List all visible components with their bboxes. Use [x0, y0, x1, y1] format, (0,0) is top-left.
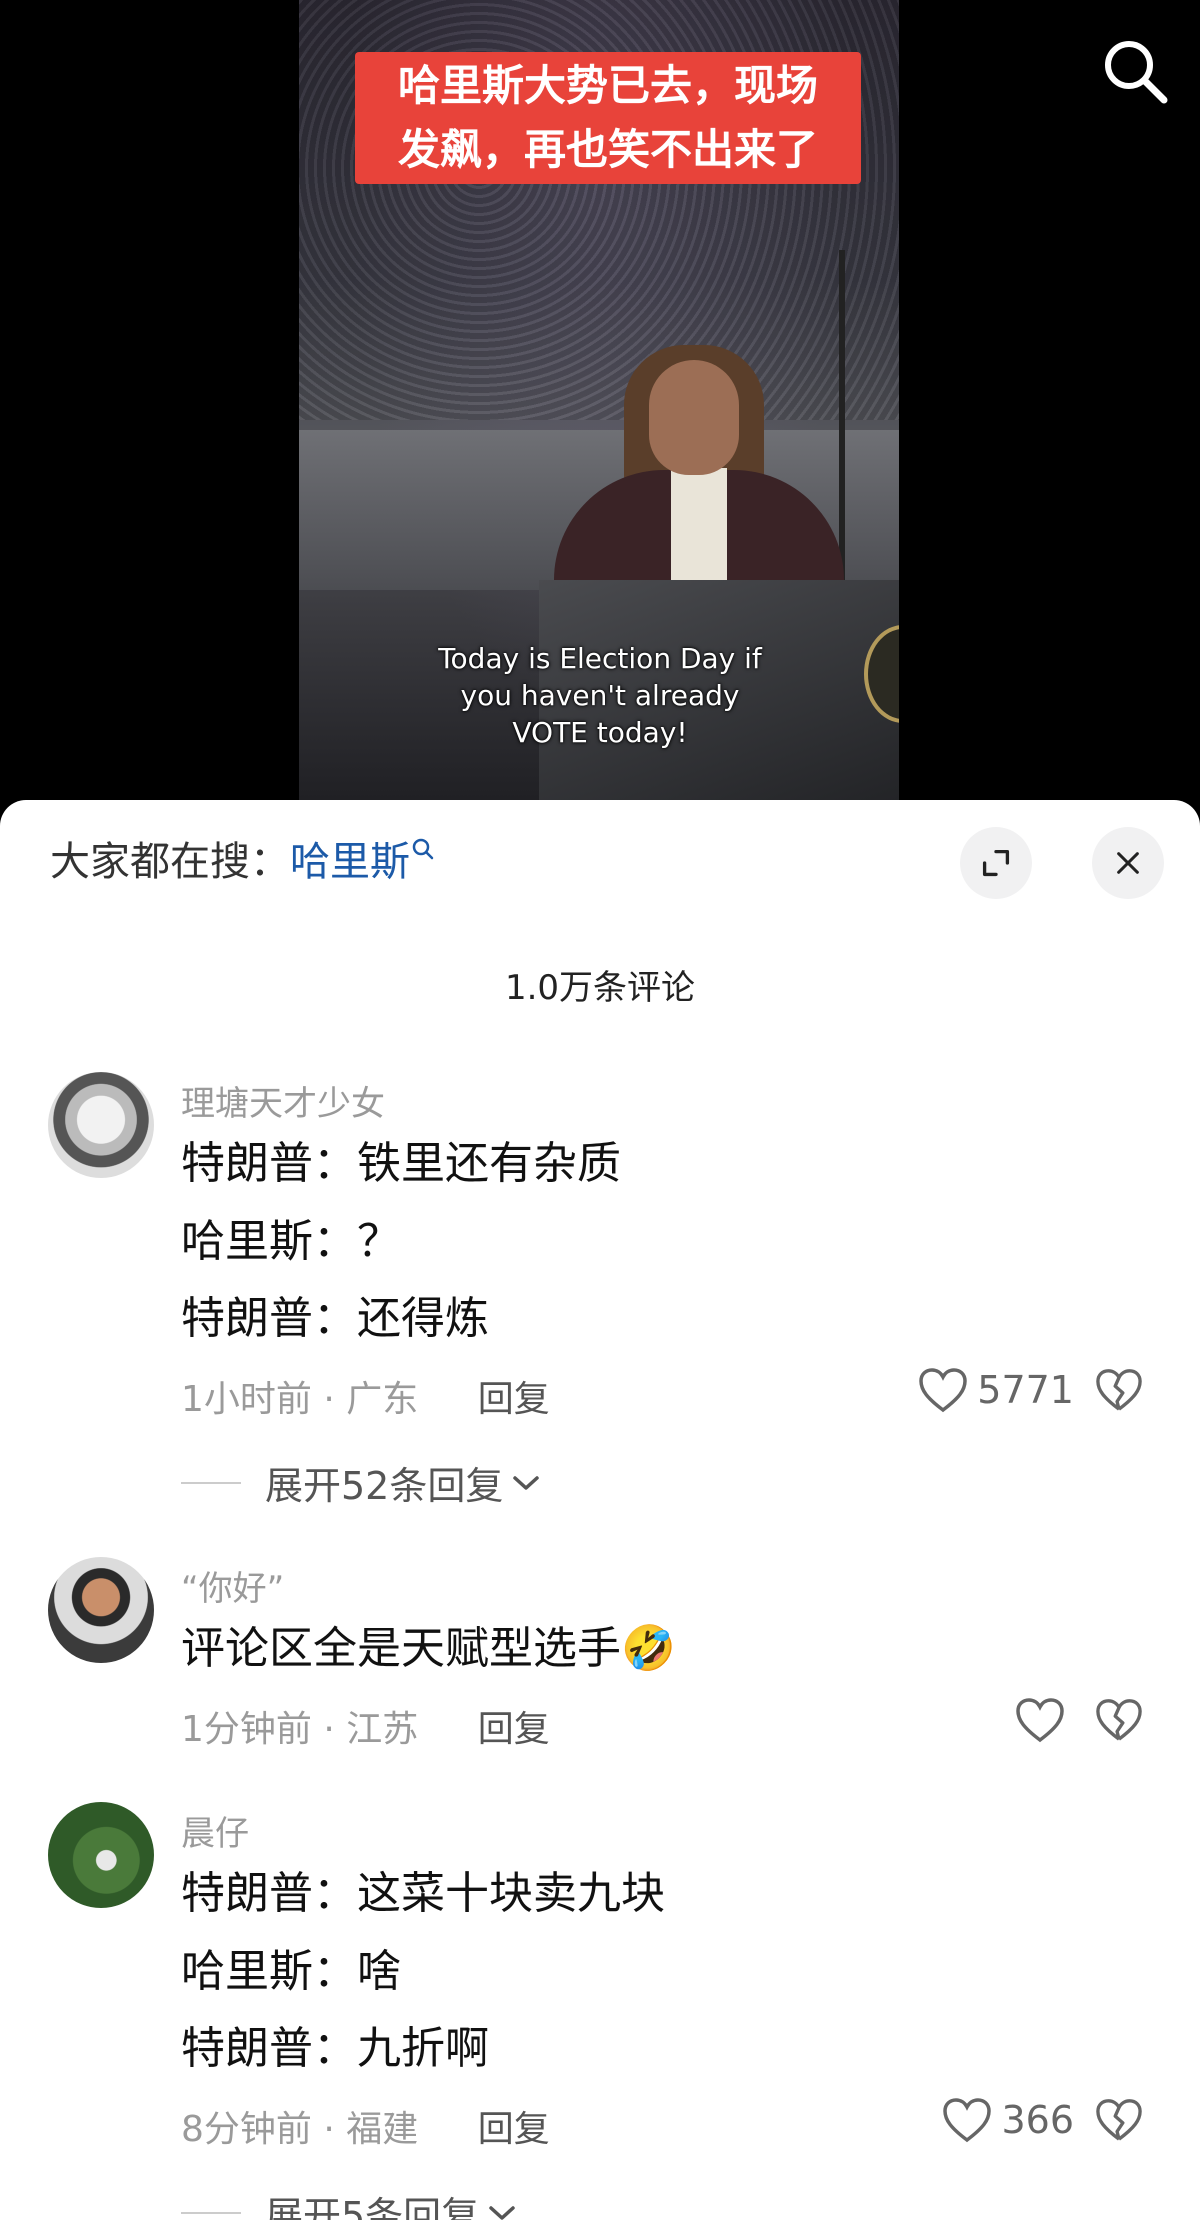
chevron-down-icon — [489, 2205, 515, 2220]
hot-search-term[interactable]: 哈里斯 — [290, 839, 410, 885]
comment-time: 1分钟前 — [181, 1709, 312, 1750]
expand-icon — [982, 849, 1010, 877]
small-search-icon — [412, 838, 434, 860]
comment-author[interactable]: 理塘天才少女 — [181, 1076, 385, 1125]
broken-heart-icon[interactable] — [1094, 1367, 1144, 1413]
speaker-face — [649, 360, 739, 475]
reply-button[interactable]: 回复 — [478, 1709, 550, 1750]
close-icon — [1117, 852, 1139, 874]
comment-location: 福建 — [346, 2109, 419, 2150]
headline-line-1: 哈里斯大势已去，现场 — [397, 61, 818, 110]
comment-author[interactable]: 晨仔 — [181, 1806, 249, 1855]
heart-icon — [1016, 1698, 1064, 1743]
hot-search-label: 大家都在搜： — [50, 839, 290, 885]
comment-line: 评论区全是天赋型选手🤣 — [181, 1623, 676, 1674]
meta-separator: · — [323, 1709, 335, 1750]
video-player[interactable]: 哈里斯大势已去，现场 发飙，再也笑不出来了 Today is Election … — [0, 0, 1200, 830]
comment-time: 1小时前 — [181, 1379, 312, 1420]
expand-replies[interactable]: 展开5条回复 — [181, 2185, 517, 2220]
video-headline: 哈里斯大势已去，现场 发飙，再也笑不出来了 — [355, 52, 861, 184]
comment-location: 江苏 — [346, 1709, 419, 1750]
close-button[interactable] — [1092, 827, 1164, 899]
comment-line: 哈里斯：啥 — [181, 1946, 401, 1997]
avatar[interactable] — [48, 1557, 154, 1663]
comment-author[interactable]: “你好” — [181, 1561, 284, 1610]
like-count: 5771 — [977, 1368, 1074, 1412]
subtitle-line-3: VOTE today! — [512, 716, 688, 749]
like-button[interactable]: 366 — [941, 2096, 1074, 2144]
heart-icon — [943, 2098, 992, 2143]
expand-divider — [181, 2211, 241, 2214]
expand-button[interactable] — [960, 827, 1032, 899]
avatar[interactable] — [48, 1802, 154, 1908]
avatar[interactable] — [48, 1072, 154, 1178]
reply-button[interactable]: 回复 — [478, 1379, 550, 1420]
comment-line: 特朗普：这菜十块卖九块 — [181, 1868, 665, 1919]
expand-divider — [181, 1481, 241, 1484]
comment-location: 广东 — [346, 1379, 419, 1420]
meta-separator: · — [323, 2109, 335, 2150]
search-icon[interactable] — [1100, 36, 1170, 106]
reply-button[interactable]: 回复 — [478, 2109, 550, 2150]
chevron-down-icon — [513, 1475, 540, 1490]
comment-meta: 1小时前 · 广东 回复 — [181, 1370, 550, 1422]
comment-sheet: 大家都在搜：哈里斯 1.0万条评论 理塘天才少女 特朗普：铁里还有杂质 哈里斯：… — [0, 800, 1200, 2220]
broken-heart-icon[interactable] — [1094, 2097, 1144, 2143]
expand-replies[interactable]: 展开52条回复 — [181, 1455, 541, 1510]
video-subtitle: Today is Election Day if you haven't alr… — [430, 640, 770, 751]
meta-separator: · — [323, 1379, 335, 1420]
headline-line-2: 发飙，再也笑不出来了 — [397, 125, 818, 174]
comment-line: 特朗普：九折啊 — [181, 2023, 489, 2074]
subtitle-line-2: you haven't already — [460, 679, 740, 712]
comment-line: 特朗普：还得炼 — [181, 1293, 489, 1344]
comment-count: 1.0万条评论 — [504, 968, 696, 1008]
heart-icon — [919, 1368, 968, 1413]
comment-meta: 8分钟前 · 福建 回复 — [181, 2100, 550, 2152]
hot-search-bar[interactable]: 大家都在搜：哈里斯 — [50, 830, 436, 894]
like-count: 366 — [1001, 2098, 1074, 2142]
comment-line: 哈里斯：？ — [181, 1216, 401, 1267]
expand-replies-label: 展开52条回复 — [265, 1464, 504, 1508]
expand-replies-label: 展开5条回复 — [265, 2194, 480, 2220]
subtitle-line-1: Today is Election Day if — [438, 642, 762, 675]
comment-time: 8分钟前 — [181, 2109, 312, 2150]
like-button[interactable] — [1014, 1696, 1074, 1744]
comment-meta: 1分钟前 · 江苏 回复 — [181, 1700, 550, 1752]
comment-line: 特朗普：铁里还有杂质 — [181, 1138, 621, 1189]
like-button[interactable]: 5771 — [917, 1366, 1074, 1414]
broken-heart-icon[interactable] — [1094, 1697, 1144, 1743]
